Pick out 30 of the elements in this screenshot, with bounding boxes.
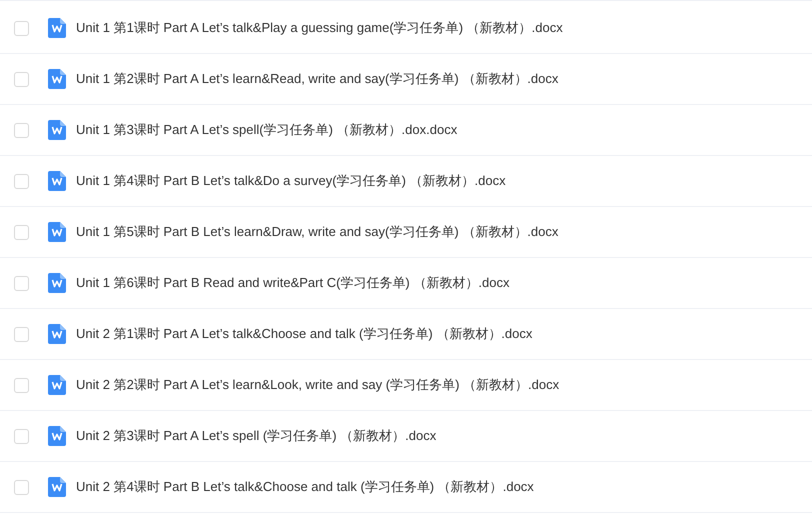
file-name[interactable]: Unit 1 第3课时 Part A Let’s spell(学习任务单) （新教材）.dox.docx xyxy=(76,121,458,139)
document-icon xyxy=(48,477,66,497)
document-icon xyxy=(48,222,66,242)
checkbox[interactable] xyxy=(14,224,29,240)
checkbox[interactable] xyxy=(14,428,29,444)
checkbox[interactable] xyxy=(14,480,29,494)
document-icon xyxy=(48,18,66,38)
checkbox[interactable] xyxy=(14,20,29,36)
document-icon xyxy=(48,171,66,191)
file-name[interactable]: Unit 1 第4课时 Part B Let’s talk&Do a survey(学习任务单) （新教材）.docx xyxy=(76,172,506,190)
file-name[interactable]: Unit 2 第2课时 Part A Let’s learn&Look, write and say (学习任务单) （新教材）.docx xyxy=(76,376,560,394)
document-icon xyxy=(48,324,66,344)
document-icon xyxy=(48,69,66,89)
checkbox[interactable] xyxy=(14,72,29,86)
file-name[interactable]: Unit 2 第4课时 Part B Let’s talk&Choose and talk (学习任务单) （新教材）.docx xyxy=(76,478,534,496)
document-icon xyxy=(48,273,66,293)
document-icon xyxy=(48,375,66,395)
file-name[interactable]: Unit 1 第2课时 Part A Let’s learn&Read, write and say(学习任务单) （新教材）.docx xyxy=(76,70,558,88)
checkbox[interactable] xyxy=(14,326,29,342)
file-name[interactable]: Unit 1 第1课时 Part A Let’s talk&Play a guessing game(学习任务单) （新教材）.docx xyxy=(76,19,563,37)
file-name[interactable]: Unit 1 第5课时 Part B Let’s learn&Draw, write and say(学习任务单) （新教材）.docx xyxy=(76,223,558,241)
document-icon xyxy=(48,120,66,140)
checkbox[interactable] xyxy=(14,276,29,290)
file-name[interactable]: Unit 2 第1课时 Part A Let’s talk&Choose and talk (学习任务单) （新教材）.docx xyxy=(76,325,532,343)
document-icon xyxy=(48,426,66,446)
checkbox[interactable] xyxy=(14,174,29,188)
file-name[interactable]: Unit 2 第3课时 Part A Let’s spell (学习任务单) （新教材）.docx xyxy=(76,427,436,445)
file-name[interactable]: Unit 1 第6课时 Part B Read and write&Part C(学习任务单) （新教材）.docx xyxy=(76,274,510,292)
checkbox[interactable] xyxy=(14,378,29,392)
checkbox[interactable] xyxy=(14,122,29,138)
